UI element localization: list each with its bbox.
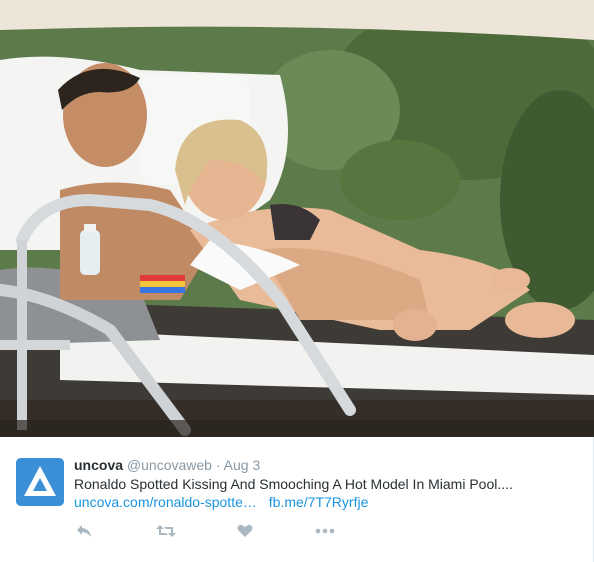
- avatar[interactable]: [16, 458, 64, 506]
- like-button[interactable]: [237, 521, 253, 541]
- tweet-date[interactable]: Aug 3: [224, 457, 261, 473]
- tweet-actions: [74, 521, 374, 541]
- tweet-card: uncova @uncovaweb · Aug 3 Ronaldo Spotte…: [0, 0, 594, 562]
- tweet-header: uncova @uncovaweb · Aug 3: [74, 456, 260, 474]
- retweet-button[interactable]: [156, 521, 176, 541]
- uncova-logo-icon: [16, 458, 64, 506]
- retweet-icon: [156, 525, 176, 537]
- facebook-link[interactable]: fb.me/7T7Ryrfje: [269, 494, 369, 510]
- more-icon: [315, 528, 335, 534]
- like-icon: [237, 524, 253, 537]
- author-name[interactable]: uncova: [74, 457, 123, 473]
- author-handle[interactable]: @uncovaweb: [127, 457, 212, 473]
- separator-dot: ·: [215, 457, 221, 473]
- tweet-photo-image: [0, 0, 594, 437]
- article-link[interactable]: uncova.com/ronaldo-spotte…: [74, 494, 257, 510]
- tweet-photo[interactable]: [0, 0, 594, 437]
- tweet-text: Ronaldo Spotted Kissing And Smooching A …: [74, 476, 513, 492]
- more-button[interactable]: [315, 521, 335, 541]
- reply-icon: [77, 525, 91, 537]
- tweet-links: uncova.com/ronaldo-spotte… fb.me/7T7Ryrf…: [74, 492, 368, 512]
- reply-button[interactable]: [76, 521, 92, 541]
